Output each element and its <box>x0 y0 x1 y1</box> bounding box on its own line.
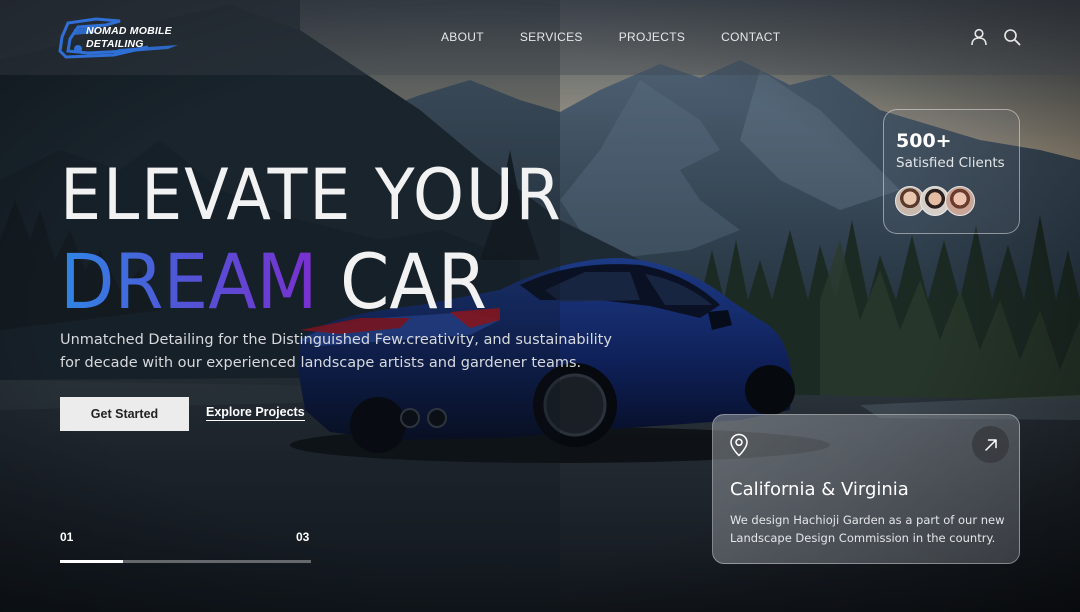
location-card[interactable]: California & Virginia We design Hachioji… <box>712 414 1020 564</box>
brand-wordmark: NOMAD MOBILE DETAILING <box>86 25 172 51</box>
slide-progress-fill <box>60 560 123 563</box>
clients-label: Satisfied Clients <box>896 155 1005 171</box>
hero-subtitle: Unmatched Detailing for the Distinguishe… <box>60 332 612 371</box>
explore-projects-link[interactable]: Explore Projects <box>206 405 305 421</box>
open-location-button[interactable] <box>972 426 1009 463</box>
pager-total: 03 <box>296 530 310 544</box>
brand-line-1: NOMAD MOBILE <box>86 25 172 37</box>
nav-contact[interactable]: CONTACT <box>721 30 780 44</box>
headline-gradient-word: DREAM <box>60 237 318 326</box>
headline-white-word: CAR <box>340 237 487 326</box>
brand-line-2: DETAILING <box>86 38 144 50</box>
main-nav: ABOUT SERVICES PROJECTS CONTACT <box>441 30 816 44</box>
hero-section: NOMAD MOBILE DETAILING ABOUT SERVICES PR… <box>0 0 1080 612</box>
slide-progress-track[interactable] <box>60 560 311 563</box>
user-icon[interactable] <box>970 28 988 46</box>
get-started-button[interactable]: Get Started <box>60 397 189 431</box>
pager-current: 01 <box>60 530 74 544</box>
arrow-up-right-icon <box>984 438 997 451</box>
clients-count: 500+ <box>896 130 952 152</box>
search-icon[interactable] <box>1003 28 1021 46</box>
brand-logo[interactable]: NOMAD MOBILE DETAILING <box>58 15 183 59</box>
location-pin-icon <box>730 433 748 457</box>
location-description: We design Hachioji Garden as a part of o… <box>730 513 1005 545</box>
headline-line-1: ELEVATE YOUR <box>60 154 563 236</box>
satisfied-clients-card: 500+ Satisfied Clients <box>883 109 1020 234</box>
client-avatars <box>895 186 985 216</box>
avatar <box>945 186 975 216</box>
nav-about[interactable]: ABOUT <box>441 30 484 44</box>
location-title: California & Virginia <box>730 479 909 500</box>
nav-services[interactable]: SERVICES <box>520 30 583 44</box>
nav-projects[interactable]: PROJECTS <box>619 30 685 44</box>
headline-line-2: DREAM CAR <box>60 242 487 322</box>
